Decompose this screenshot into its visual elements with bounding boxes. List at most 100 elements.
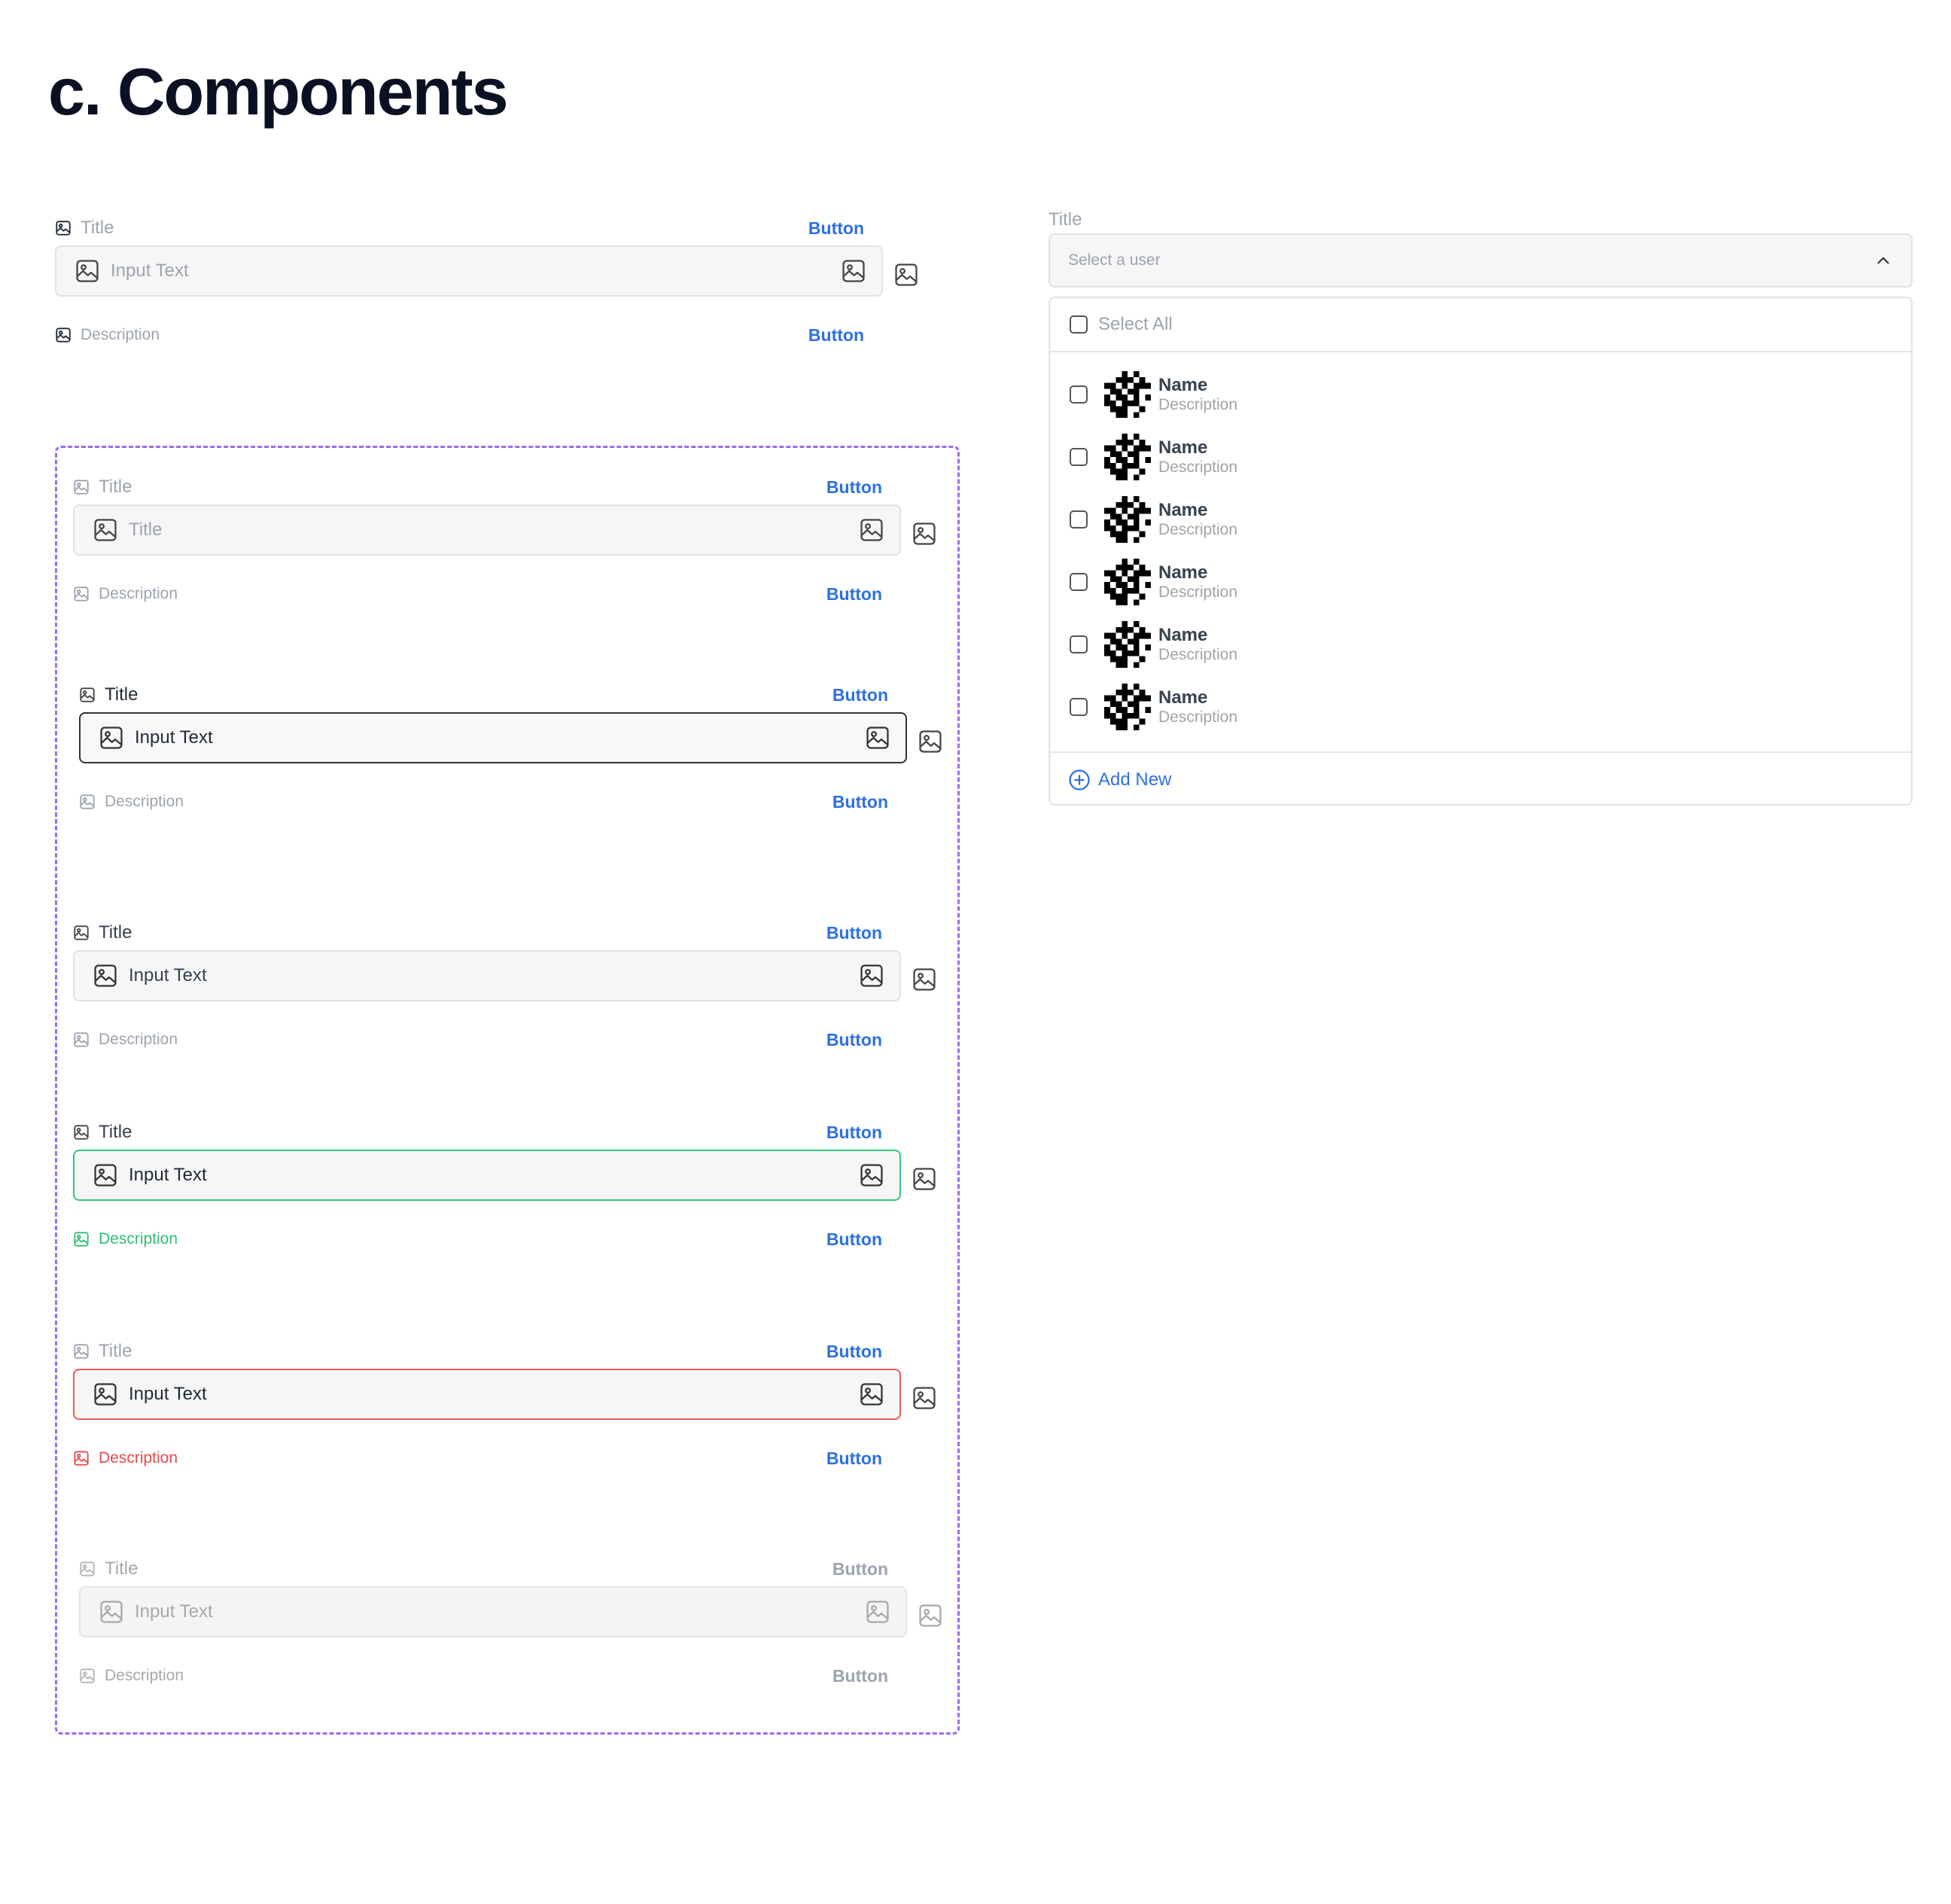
add-new-button[interactable]: Add New: [1050, 751, 1911, 807]
image-icon: [73, 1031, 90, 1048]
image-icon[interactable]: [859, 1162, 884, 1188]
user-checkbox[interactable]: [1070, 635, 1088, 653]
user-checkbox[interactable]: [1070, 573, 1088, 591]
user-name: Name: [1158, 687, 1208, 708]
image-icon: [865, 1599, 890, 1625]
input-box[interactable]: Input Text: [73, 1369, 901, 1420]
description-action-button: Button: [832, 1665, 888, 1686]
input-box[interactable]: Input Text: [79, 712, 907, 763]
user-option[interactable]: Name Description: [1050, 552, 1911, 612]
field-description: Description: [99, 1031, 178, 1048]
field-title: Title: [81, 218, 114, 238]
plus-circle-icon: [1068, 769, 1091, 791]
title-action-button[interactable]: Button: [808, 218, 864, 239]
user-option[interactable]: Name Description: [1050, 677, 1911, 737]
image-icon[interactable]: [912, 967, 937, 992]
user-select[interactable]: Select a user: [1049, 233, 1913, 288]
title-action-button[interactable]: Button: [826, 477, 882, 498]
variants-frame: [55, 446, 960, 1735]
field-title: Title: [99, 477, 132, 497]
image-icon[interactable]: [859, 963, 884, 989]
user-option[interactable]: Name Description: [1050, 489, 1911, 550]
image-icon[interactable]: [859, 1382, 884, 1407]
input-value: Input Text: [129, 1384, 207, 1404]
chevron-up-icon[interactable]: [1873, 251, 1893, 270]
description-action-button[interactable]: Button: [826, 1229, 882, 1250]
field-description: Description: [99, 1449, 178, 1467]
image-icon: [73, 1450, 90, 1467]
user-option[interactable]: Name Description: [1050, 364, 1911, 425]
image-icon: [55, 327, 72, 343]
image-icon[interactable]: [918, 729, 943, 754]
input-box[interactable]: Title: [73, 504, 901, 556]
avatar: [1104, 496, 1151, 543]
description-action-button[interactable]: Button: [826, 1449, 882, 1469]
field-title: Title: [105, 1558, 138, 1579]
select-all-checkbox[interactable]: [1070, 315, 1088, 334]
user-checkbox[interactable]: [1070, 448, 1088, 466]
field-title: Title: [99, 1341, 132, 1361]
input-value: Input Text: [129, 965, 207, 986]
image-icon[interactable]: [865, 725, 890, 751]
input-box[interactable]: Input Text: [73, 1150, 901, 1201]
page-title: c. Components: [48, 54, 509, 129]
field-description: Description: [99, 1230, 178, 1248]
user-option[interactable]: Name Description: [1050, 427, 1911, 487]
user-name: Name: [1158, 562, 1208, 583]
image-icon[interactable]: [912, 521, 937, 547]
select-all-label: Select All: [1098, 314, 1173, 334]
input-value: Input Text: [135, 1601, 213, 1622]
image-icon: [73, 1343, 90, 1360]
select-placeholder: Select a user: [1068, 251, 1161, 269]
user-description: Description: [1158, 521, 1238, 539]
image-icon[interactable]: [912, 1166, 937, 1192]
avatar: [1104, 434, 1151, 480]
user-checkbox[interactable]: [1070, 698, 1088, 716]
select-all-option[interactable]: Select All: [1050, 298, 1911, 352]
title-action-button[interactable]: Button: [826, 1123, 882, 1143]
image-icon: [73, 925, 90, 941]
dropdown-panel: Select All Name Description Name Descripti…: [1049, 297, 1913, 806]
image-icon[interactable]: [912, 1385, 937, 1411]
image-icon: [75, 258, 100, 284]
user-description: Description: [1158, 646, 1238, 664]
title-action-button[interactable]: Button: [826, 923, 882, 943]
description-action-button[interactable]: Button: [826, 584, 882, 605]
dropdown-title: Title: [1049, 209, 1082, 230]
user-checkbox[interactable]: [1070, 385, 1088, 404]
avatar: [1104, 371, 1151, 418]
field-description: Description: [81, 326, 160, 343]
image-icon[interactable]: [841, 258, 866, 284]
image-icon: [73, 586, 90, 602]
image-icon: [79, 687, 96, 703]
input-value: Input Text: [129, 1165, 207, 1185]
input-value: Input Text: [135, 727, 213, 748]
image-icon[interactable]: [859, 517, 884, 543]
add-new-label: Add New: [1098, 769, 1172, 790]
user-name: Name: [1158, 374, 1208, 395]
user-description: Description: [1158, 708, 1238, 727]
image-icon: [93, 1162, 118, 1188]
user-option[interactable]: Name Description: [1050, 614, 1911, 675]
image-icon: [55, 220, 72, 236]
title-action-button[interactable]: Button: [832, 685, 888, 705]
image-icon[interactable]: [893, 262, 919, 288]
user-name: Name: [1158, 499, 1208, 520]
user-name: Name: [1158, 437, 1208, 458]
image-icon: [93, 517, 118, 543]
field-title: Title: [99, 922, 132, 943]
description-action-button[interactable]: Button: [832, 792, 888, 812]
description-action-button[interactable]: Button: [826, 1030, 882, 1050]
user-name: Name: [1158, 624, 1208, 645]
field-description: Description: [99, 585, 178, 602]
input-box[interactable]: Input Text: [73, 950, 901, 1001]
title-action-button[interactable]: Button: [826, 1342, 882, 1362]
input-box[interactable]: Input Text: [55, 245, 883, 297]
avatar: [1104, 559, 1151, 605]
description-action-button[interactable]: Button: [808, 325, 864, 346]
image-icon: [73, 1231, 90, 1248]
image-icon: [99, 725, 124, 751]
image-icon: [73, 1124, 90, 1141]
image-icon: [99, 1599, 124, 1625]
user-checkbox[interactable]: [1070, 510, 1088, 529]
